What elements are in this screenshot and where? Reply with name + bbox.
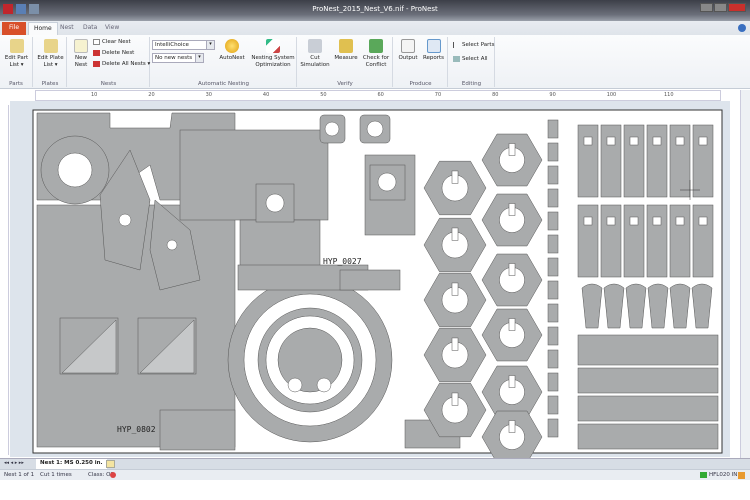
part-slot[interactable] [675, 216, 685, 226]
part-slot[interactable] [675, 136, 685, 146]
warning-icon[interactable] [110, 472, 116, 478]
nested-part[interactable] [577, 124, 599, 198]
part-slot[interactable] [606, 136, 616, 146]
nested-part[interactable] [623, 204, 645, 278]
nested-part[interactable] [547, 280, 559, 300]
part-slot[interactable] [451, 392, 459, 406]
license-ok-icon [700, 472, 707, 478]
nested-part[interactable] [547, 188, 559, 208]
nested-part[interactable] [600, 124, 622, 198]
part-hole[interactable] [287, 377, 303, 393]
part-slot[interactable] [652, 136, 662, 146]
nested-part[interactable] [547, 142, 559, 162]
part-slot[interactable] [508, 143, 516, 156]
nest-plate[interactable]: HYP_0027 HYP_0802 [0, 0, 750, 500]
part-hole[interactable] [377, 172, 397, 192]
nested-part[interactable] [623, 124, 645, 198]
nested-part[interactable] [239, 219, 321, 271]
nested-part[interactable] [692, 124, 714, 198]
nested-part[interactable] [547, 326, 559, 346]
part-hole[interactable] [316, 377, 332, 393]
nested-part[interactable] [547, 395, 559, 415]
part-hole[interactable] [324, 121, 340, 137]
nested-part[interactable] [577, 204, 599, 278]
nested-part[interactable] [339, 269, 401, 291]
nested-part[interactable] [646, 124, 668, 198]
part-slot[interactable] [451, 170, 459, 184]
nested-part[interactable] [547, 418, 559, 438]
part-slot[interactable] [508, 420, 516, 433]
status-nest: Nest 1 of 1 [4, 472, 35, 478]
nested-part[interactable] [547, 349, 559, 369]
part-slot[interactable] [508, 263, 516, 276]
part-hole[interactable] [166, 239, 178, 251]
nested-part[interactable] [547, 303, 559, 323]
nested-part[interactable] [159, 409, 236, 451]
new-sheet-icon[interactable] [106, 460, 115, 468]
nested-part[interactable] [547, 211, 559, 231]
part-slot[interactable] [508, 203, 516, 216]
nested-part[interactable] [547, 119, 559, 139]
part-slot[interactable] [698, 136, 708, 146]
nested-part[interactable] [547, 257, 559, 277]
nested-part[interactable] [179, 129, 329, 221]
part-slot[interactable] [451, 337, 459, 351]
status-bar: Nest 1 of 1 Cut 1 times Class: O2 HFL020… [0, 469, 750, 480]
part-hole[interactable] [366, 120, 384, 138]
nested-part[interactable] [577, 395, 719, 422]
part-slot[interactable] [583, 216, 593, 226]
nested-part[interactable] [277, 327, 343, 393]
nested-part[interactable] [547, 234, 559, 254]
part-label: HYP_0027 [323, 257, 362, 266]
part-slot[interactable] [698, 216, 708, 226]
part-hole[interactable] [118, 213, 132, 227]
part-hole[interactable] [265, 193, 285, 213]
part-slot[interactable] [652, 216, 662, 226]
nested-part[interactable] [692, 204, 714, 278]
part-slot[interactable] [629, 136, 639, 146]
part-slot[interactable] [451, 227, 459, 241]
part-slot[interactable] [606, 216, 616, 226]
nested-part[interactable] [669, 124, 691, 198]
part-slot[interactable] [451, 282, 459, 296]
nested-part[interactable] [547, 372, 559, 392]
sheet-nav-arrows[interactable]: ◂◂ ◂ ▸ ▸▸ [4, 460, 24, 466]
status-cut: Cut 1 times [40, 472, 72, 478]
part-slot[interactable] [508, 375, 516, 388]
sheet-tab-nest-1[interactable]: Nest 1: MS 0.250 in. [36, 459, 107, 469]
nested-part[interactable] [646, 204, 668, 278]
part-slot[interactable] [583, 136, 593, 146]
rss-icon[interactable] [738, 472, 745, 479]
nested-part[interactable] [577, 367, 719, 394]
nested-part[interactable] [600, 204, 622, 278]
nested-part[interactable] [669, 204, 691, 278]
nested-part[interactable] [577, 334, 719, 366]
nested-part[interactable] [577, 423, 719, 450]
part-hole[interactable] [57, 152, 93, 188]
part-label: HYP_0802 [117, 425, 156, 434]
part-slot[interactable] [508, 318, 516, 331]
nested-part[interactable] [547, 165, 559, 185]
license-label: HFL020 IN [709, 472, 738, 478]
part-slot[interactable] [629, 216, 639, 226]
sheet-tabs: ◂◂ ◂ ▸ ▸▸ Nest 1: MS 0.250 in. [0, 458, 750, 469]
